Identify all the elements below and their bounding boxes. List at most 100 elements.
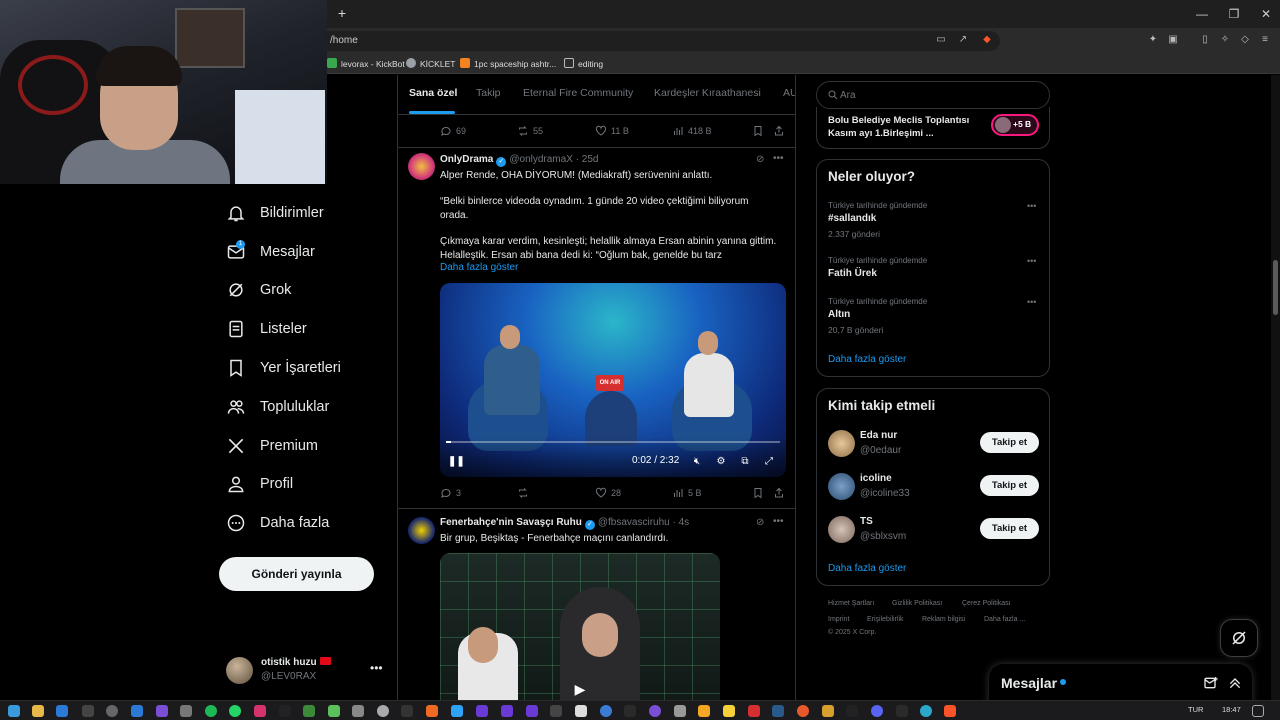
views-button[interactable]: 5 B: [672, 485, 702, 501]
bookmark-spaceship[interactable]: 1pc spaceship ashtr...: [460, 57, 556, 71]
author-handle[interactable]: @fbsavasciruhu: [598, 517, 670, 528]
media-encoder-icon[interactable]: [476, 705, 488, 717]
taskbar-app-icon[interactable]: [797, 705, 809, 717]
account-switcher[interactable]: otistik huzu @LEV0RAX •••: [226, 656, 386, 686]
wallet-icon[interactable]: ▣: [1166, 33, 1180, 47]
fullscreen-icon[interactable]: ⤢: [762, 455, 776, 469]
vscode-icon[interactable]: [131, 705, 143, 717]
repost-button[interactable]: 55: [517, 123, 543, 139]
taskbar-app-icon[interactable]: [82, 705, 94, 717]
new-message-icon[interactable]: [1203, 675, 1219, 691]
reply-button[interactable]: 3: [440, 485, 461, 501]
sidebar-toggle-icon[interactable]: ▯: [1198, 33, 1212, 47]
repost-button[interactable]: [517, 485, 533, 501]
taskbar-app-icon[interactable]: [748, 705, 760, 717]
brave-shield-icon[interactable]: ◆: [980, 33, 994, 47]
nav-notifications[interactable]: Bildirimler: [218, 198, 324, 228]
suggestion-name[interactable]: icoline: [860, 473, 892, 484]
file-explorer-icon[interactable]: [32, 705, 44, 717]
spotify-icon[interactable]: [205, 705, 217, 717]
taskbar-app-icon[interactable]: [624, 705, 636, 717]
trend-more-icon[interactable]: •••: [1027, 297, 1036, 307]
settings-gear-icon[interactable]: ⚙: [714, 455, 728, 469]
author-name[interactable]: Fenerbahçe'nin Savaşçı Ruhu: [440, 517, 582, 528]
vpn-icon[interactable]: ◇: [1238, 33, 1252, 47]
video-player[interactable]: ON AIR ❚❚ 0:02 / 2:32 🔇︎ ⚙ ⧉ ⤢: [440, 283, 786, 477]
screen-icon[interactable]: ▭: [934, 33, 948, 47]
play-icon[interactable]: ▶: [572, 681, 588, 697]
suggestion-name[interactable]: Eda nur: [860, 430, 897, 441]
tweet-more-icon[interactable]: •••: [773, 153, 784, 164]
whatsapp-icon[interactable]: [229, 705, 241, 717]
close-window-button[interactable]: ✕: [1256, 4, 1276, 24]
author-handle[interactable]: @onlydramaX: [509, 154, 573, 165]
tab-eternal-fire[interactable]: Eternal Fire Community: [523, 87, 633, 99]
discord-icon[interactable]: [871, 705, 883, 717]
share-button[interactable]: [773, 123, 789, 139]
taskbar-app-icon[interactable]: [328, 705, 340, 717]
minimize-button[interactable]: —: [1192, 4, 1212, 24]
settings-gear-icon[interactable]: [106, 705, 118, 717]
trend-name[interactable]: Altın: [828, 309, 850, 320]
who-show-more[interactable]: Daha fazla göster: [828, 563, 906, 574]
avatar[interactable]: [828, 473, 855, 500]
footer-cookies[interactable]: Çerez Politikası: [962, 600, 1011, 607]
like-button[interactable]: 11 B: [595, 123, 629, 139]
tweet-more-icon[interactable]: •••: [773, 516, 784, 527]
share-icon[interactable]: ↗: [956, 33, 970, 47]
search-bar[interactable]: Ara: [816, 81, 1050, 109]
taskbar-app-icon[interactable]: [550, 705, 562, 717]
nav-profile[interactable]: Profil: [218, 469, 293, 499]
page-scrollbar[interactable]: [1271, 75, 1280, 700]
taskbar-app-icon[interactable]: [822, 705, 834, 717]
onlydrama-avatar[interactable]: [408, 153, 435, 180]
footer-privacy[interactable]: Gizlilik Politikası: [892, 600, 942, 607]
bookmark-kickbot[interactable]: levorax - KickBot: [327, 57, 405, 71]
tiktok-icon[interactable]: [279, 705, 291, 717]
follow-button[interactable]: Takip et: [980, 518, 1039, 539]
nav-bookmarks[interactable]: Yer İşaretleri: [218, 353, 341, 383]
footer-terms[interactable]: Hizmet Şartları: [828, 600, 874, 607]
taskbar-app-icon[interactable]: [180, 705, 192, 717]
taskbar-app-icon[interactable]: [723, 705, 735, 717]
nav-grok[interactable]: Grok: [218, 275, 291, 305]
taskbar-app-icon[interactable]: [649, 705, 661, 717]
show-more-link[interactable]: Daha fazla göster: [440, 262, 518, 273]
mute-icon[interactable]: 🔇︎: [690, 455, 704, 469]
grok-explain-icon[interactable]: ⊘: [756, 517, 764, 528]
video-progress-bar[interactable]: [446, 441, 780, 443]
trend-name[interactable]: #sallandık: [828, 213, 876, 224]
taskbar-app-icon[interactable]: [303, 705, 315, 717]
views-button[interactable]: 418 B: [672, 123, 712, 139]
trend-more-icon[interactable]: •••: [1027, 256, 1036, 266]
reply-button[interactable]: 69: [440, 123, 466, 139]
like-button[interactable]: 28: [595, 485, 621, 501]
author-name[interactable]: OnlyDrama: [440, 154, 493, 165]
capcut-icon[interactable]: [575, 705, 587, 717]
nav-communities[interactable]: Topluluklar: [218, 392, 329, 422]
trends-show-more[interactable]: Daha fazla göster: [828, 354, 906, 365]
suggestion-name[interactable]: TS: [860, 516, 873, 527]
tab-kardesler[interactable]: Kardeşler Kıraathanesi: [654, 87, 761, 99]
space-listeners-pill[interactable]: +5 B: [991, 114, 1039, 136]
taskbar-app-icon[interactable]: [352, 705, 364, 717]
pause-icon[interactable]: ❚❚: [448, 455, 465, 469]
illustrator-icon[interactable]: [426, 705, 438, 717]
footer-imprint[interactable]: Imprint: [828, 616, 849, 623]
new-tab-button[interactable]: +: [334, 5, 350, 21]
video-thumbnail[interactable]: ▶: [440, 553, 720, 720]
photoshop-icon[interactable]: [451, 705, 463, 717]
tweet-time[interactable]: · 4s: [673, 517, 690, 528]
taskbar-clock[interactable]: 18:47: [1222, 705, 1241, 714]
avatar[interactable]: [828, 516, 855, 543]
follow-button[interactable]: Takip et: [980, 432, 1039, 453]
fbsavasciruhu-avatar[interactable]: [408, 517, 435, 544]
bookmark-button[interactable]: [752, 123, 768, 139]
menu-icon[interactable]: ≡: [1258, 33, 1272, 47]
footer-accessibility[interactable]: Erişilebilirlik: [867, 616, 904, 623]
bookmark-kicklet[interactable]: KİCKLET: [406, 57, 455, 71]
nav-messages[interactable]: Mesajlar: [218, 237, 315, 267]
tab-for-you[interactable]: Sana özel: [409, 87, 457, 99]
taskbar-app-icon[interactable]: [56, 705, 68, 717]
taskbar-app-icon[interactable]: [896, 705, 908, 717]
